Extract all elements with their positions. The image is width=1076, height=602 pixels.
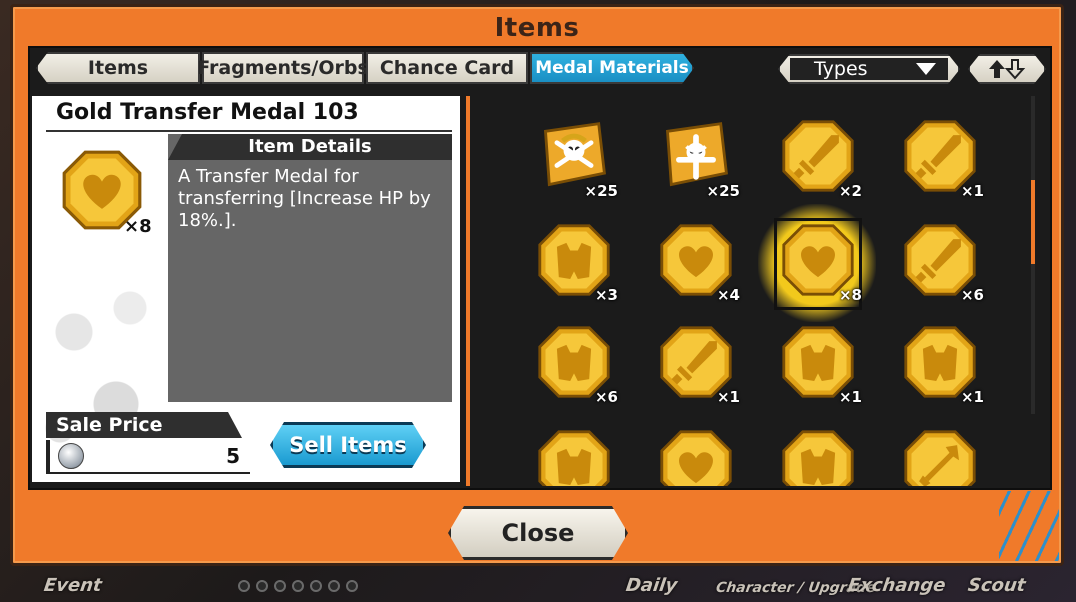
sell-items-button[interactable]: Sell Items — [270, 422, 426, 468]
modal-title: Items — [494, 13, 580, 43]
tab-chance-card[interactable]: Chance Card — [366, 52, 528, 84]
medal-grid: ×25 ×25 ×2 ×1 ×3 ×4 ×8 ×6 ×6 ×1 ×1 ×1 — [476, 96, 1036, 486]
tab-medal-materials[interactable]: Medal Materials — [530, 52, 694, 84]
medal-grid-item[interactable] — [528, 424, 620, 486]
medal-count: ×1 — [960, 388, 984, 406]
medal-grid-item[interactable]: ×25 — [528, 114, 620, 206]
sale-price-value: 5 — [226, 444, 240, 468]
medal-count: ×3 — [594, 286, 618, 304]
close-button[interactable]: Close — [448, 506, 628, 560]
arrow-medal-icon — [904, 430, 976, 486]
medal-grid-item[interactable]: ×2 — [772, 114, 864, 206]
medal-count: ×25 — [706, 182, 740, 200]
medal-count: ×1 — [838, 388, 862, 406]
medal-grid-item[interactable] — [650, 424, 742, 486]
item-detail-panel: Gold Transfer Medal 103 ×8 Item Details … — [32, 96, 460, 482]
sort-up-down-icon — [987, 58, 1027, 80]
item-details-header: Item Details — [168, 134, 452, 160]
armor-medal-icon — [538, 430, 610, 486]
medal-count: ×8 — [838, 286, 862, 304]
sale-price-row: 5 — [46, 440, 250, 474]
tab-items[interactable]: Items — [36, 52, 200, 84]
item-details-box: Item Details A Transfer Medal for transf… — [168, 134, 452, 402]
tab-fragments-orbs[interactable]: Fragments/Orbs — [197, 52, 369, 84]
medal-grid-item[interactable]: ×1 — [894, 320, 986, 412]
nav-daily: Daily — [624, 575, 679, 596]
sort-button[interactable] — [968, 54, 1046, 84]
medal-grid-item[interactable]: ×25 — [650, 114, 742, 206]
types-dropdown[interactable]: Types — [778, 54, 960, 84]
medal-grid-item[interactable]: ×1 — [894, 114, 986, 206]
background-nav: Event Daily Character / Upgrade Exchange… — [0, 562, 1076, 602]
medal-count: ×6 — [960, 286, 984, 304]
sale-price-label: Sale Price — [46, 412, 242, 438]
medal-count: ×6 — [594, 388, 618, 406]
nav-event: Event — [42, 575, 104, 596]
nav-scout: Scout — [966, 575, 1027, 596]
medal-grid-item[interactable] — [894, 424, 986, 486]
heart-medal-icon — [660, 430, 732, 486]
medal-grid-item[interactable]: ×8 — [758, 204, 876, 322]
medal-count: ×1 — [716, 388, 740, 406]
medal-grid-item[interactable]: ×1 — [650, 320, 742, 412]
medal-grid-item[interactable] — [772, 424, 864, 486]
decor-stripes — [999, 491, 1059, 561]
medal-grid-item[interactable]: ×6 — [894, 218, 986, 310]
armor-medal-icon — [782, 430, 854, 486]
divider — [46, 130, 452, 132]
page-dots — [238, 580, 358, 592]
medal-count: ×1 — [960, 182, 984, 200]
panel-divider — [466, 96, 470, 486]
beli-coin-icon — [58, 443, 84, 469]
types-label: Types — [814, 58, 868, 80]
item-count: ×8 — [124, 216, 152, 237]
medal-grid-item[interactable]: ×4 — [650, 218, 742, 310]
medal-grid-item[interactable]: ×6 — [528, 320, 620, 412]
medal-grid-item[interactable]: ×1 — [772, 320, 864, 412]
nav-exchange: Exchange — [846, 575, 947, 596]
medal-grid-item[interactable]: ×3 — [528, 218, 620, 310]
scrollbar-thumb[interactable] — [1031, 180, 1035, 264]
item-description: A Transfer Medal for transferring [Incre… — [178, 166, 431, 231]
medal-count: ×2 — [838, 182, 862, 200]
medal-count: ×25 — [584, 182, 618, 200]
chevron-down-icon — [916, 63, 936, 75]
medal-count: ×4 — [716, 286, 740, 304]
item-name: Gold Transfer Medal 103 — [56, 100, 359, 125]
